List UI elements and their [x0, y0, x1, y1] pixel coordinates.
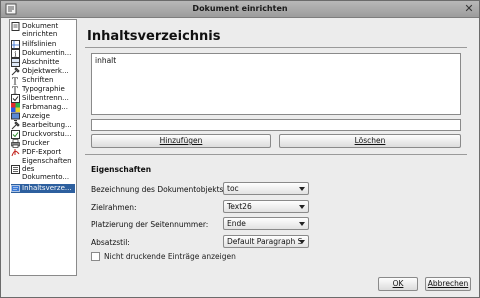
page-number-placement-value: Ende — [227, 219, 246, 228]
editing-icon — [11, 121, 20, 130]
toc-list[interactable]: inhalt — [91, 53, 461, 115]
sidebar-item-label: Dokumentin... — [22, 49, 72, 57]
printer-icon — [11, 139, 20, 148]
guides-icon — [11, 40, 20, 49]
nonprinting-entries-label: Nicht druckende Einträge anzeigen — [104, 252, 236, 261]
target-frame-value: Text26 — [227, 202, 252, 211]
list-item[interactable]: inhalt — [95, 56, 457, 65]
tools-icon — [11, 67, 20, 76]
target-frame-select[interactable]: Text26 — [223, 200, 309, 213]
cancel-button[interactable]: Abbrechen — [425, 277, 471, 291]
sidebar-item-label: Eigenschaften des Dokumento... — [22, 157, 72, 181]
hyphenation-icon — [11, 94, 20, 103]
sidebar-item-label: Silbentrenn... — [22, 94, 69, 102]
delete-button[interactable]: Löschen — [279, 134, 461, 148]
add-button[interactable]: Hinzufügen — [91, 134, 271, 148]
sidebar-item-label: Druckvorstu... — [22, 130, 72, 138]
document-properties-icon — [11, 165, 20, 174]
sidebar-item-guides[interactable]: Hilfslinien — [11, 40, 75, 49]
section-divider — [85, 154, 467, 155]
svg-text:T: T — [12, 87, 18, 95]
title-bar[interactable]: Dokument einrichten ✕ — [1, 1, 479, 18]
sidebar-item-label: Hilfslinien — [22, 40, 57, 48]
display-icon — [11, 112, 20, 121]
toc-panel: Inhaltsverzeichnis inhalt Hinzufügen Lös… — [85, 19, 473, 276]
sidebar-item-pdf-export[interactable]: PDF-Export — [11, 148, 75, 157]
pdf-export-icon — [11, 149, 20, 157]
sidebar-item-label: Typographie — [22, 85, 65, 93]
paragraph-style-label: Absatzstil: — [91, 238, 130, 247]
typography-icon: T — [12, 87, 18, 95]
page-title: Inhaltsverzeichnis — [87, 29, 221, 44]
sidebar-item-label: Drucker — [22, 139, 50, 147]
nonprinting-entries-checkbox[interactable] — [91, 252, 100, 261]
chevron-down-icon — [299, 205, 305, 209]
color-management-icon — [11, 103, 20, 112]
chevron-down-icon — [299, 222, 305, 226]
chevron-down-icon — [299, 187, 305, 191]
sidebar-item-printer[interactable]: Drucker — [11, 139, 75, 148]
sidebar-item-document-info[interactable]: i Dokumentin... — [11, 49, 75, 58]
sidebar-item-label: Schriften — [22, 76, 54, 84]
paragraph-style-select[interactable]: Default Paragraph S — [223, 235, 309, 248]
sidebar-item-label: Objektwerk... — [22, 67, 69, 75]
toc-name-input[interactable] — [91, 119, 461, 131]
page-number-placement-label: Platzierung der Seitennummer: — [91, 220, 209, 229]
sidebar-item-label: PDF-Export — [22, 148, 62, 156]
preflight-icon — [11, 130, 20, 139]
paragraph-style-value: Default Paragraph S — [227, 237, 303, 246]
close-icon[interactable]: ✕ — [463, 3, 475, 15]
target-frame-label: Zielrahmen: — [91, 203, 137, 212]
sidebar-item-display[interactable]: Anzeige — [11, 112, 75, 121]
nonprinting-entries-option[interactable]: Nicht druckende Einträge anzeigen — [91, 252, 236, 261]
sidebar-item-hyphenation[interactable]: Silbentrenn... — [11, 94, 75, 103]
properties-heading: Eigenschaften — [91, 165, 152, 174]
object-name-select[interactable]: toc — [223, 182, 309, 195]
document-setup-icon — [11, 22, 20, 31]
fonts-icon: T — [12, 78, 18, 86]
sidebar-item-label: Farbmanag... — [22, 103, 68, 111]
settings-sidebar: Dokument einrichten Hilfslinien i Dokume… — [9, 19, 77, 276]
sidebar-item-document-setup[interactable]: Dokument einrichten — [11, 22, 75, 38]
sidebar-item-tools[interactable]: Objektwerk... — [11, 67, 75, 76]
sections-icon — [11, 58, 20, 67]
document-info-icon: i — [11, 49, 20, 58]
svg-text:T: T — [12, 78, 18, 86]
object-name-value: toc — [227, 184, 239, 193]
chevron-down-icon — [299, 240, 305, 244]
sidebar-item-label: Bearbeitung... — [22, 121, 72, 129]
sidebar-item-label: Abschnitte — [22, 58, 60, 66]
sidebar-item-label: Inhaltsverze... — [22, 184, 72, 192]
sidebar-item-preflight[interactable]: Druckvorstu... — [11, 130, 75, 139]
page-number-placement-select[interactable]: Ende — [223, 217, 309, 230]
sidebar-item-label: Dokument einrichten — [22, 22, 59, 38]
sidebar-item-label: Anzeige — [22, 112, 50, 120]
sidebar-item-sections[interactable]: Abschnitte — [11, 58, 75, 67]
ok-button[interactable]: OK — [378, 277, 418, 291]
sidebar-item-toc[interactable]: Inhaltsverze... — [11, 184, 75, 193]
sidebar-item-color-management[interactable]: Farbmanag... — [11, 103, 75, 112]
sidebar-item-typography[interactable]: T Typographie — [11, 85, 75, 94]
toc-icon — [11, 185, 20, 192]
title-divider — [85, 47, 467, 48]
sidebar-item-document-properties[interactable]: Eigenschaften des Dokumento... — [11, 157, 75, 181]
object-name-label: Bezeichnung des Dokumentobjekts: — [91, 185, 226, 194]
sidebar-item-fonts[interactable]: T Schriften — [11, 76, 75, 85]
window-title: Dokument einrichten — [192, 4, 288, 13]
dialog-window: Dokument einrichten ✕ Dokument einrichte… — [0, 0, 480, 298]
sidebar-item-editing[interactable]: Bearbeitung... — [11, 121, 75, 130]
